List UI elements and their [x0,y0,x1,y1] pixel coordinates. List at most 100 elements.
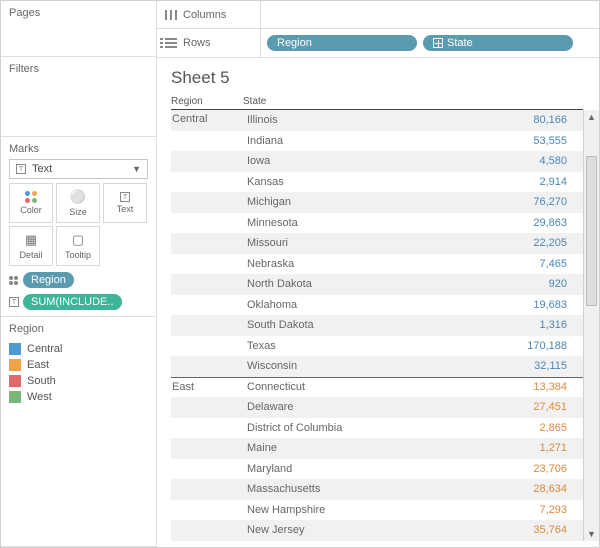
tooltip-icon: ▢ [72,232,84,248]
table-row[interactable]: Minnesota29,863 [171,213,583,234]
marks-pill-region[interactable]: Region [23,272,74,288]
cell-state: New Hampshire [243,504,455,516]
table-row[interactable]: North Dakota920 [171,274,583,295]
table-row[interactable]: Kansas2,914 [171,172,583,193]
pages-card: Pages [1,1,156,57]
expand-icon [433,38,443,48]
table-row[interactable]: Michigan76,270 [171,192,583,213]
text-target-icon: T [9,297,19,307]
color-target-icon [9,276,19,285]
header-region[interactable]: Region [171,96,243,107]
cell-region [171,356,243,359]
table-row[interactable]: Iowa4,580 [171,151,583,172]
table-row[interactable]: Indiana53,555 [171,131,583,152]
legend-item-west[interactable]: West [9,391,148,403]
marks-tooltip-button[interactable]: ▢ Tooltip [56,226,100,266]
text-icon: T [16,164,26,174]
vertical-scrollbar[interactable]: ▲ ▼ [583,110,599,541]
marks-pill-sum-include[interactable]: SUM(INCLUDE.. [23,294,122,310]
cell-region [171,500,243,503]
cell-value: 53,555 [455,135,577,147]
cell-region [171,315,243,318]
marks-size-button[interactable]: ⚪ Size [56,183,100,223]
table-row[interactable]: Maryland23,706 [171,459,583,480]
cell-region [171,151,243,154]
cell-value: 2,865 [455,422,577,434]
table-row[interactable]: Missouri22,205 [171,233,583,254]
cell-value: 13,384 [455,381,577,393]
table-row[interactable]: Texas170,188 [171,336,583,357]
cell-state: Nebraska [243,258,455,270]
table-row[interactable]: District of Columbia2,865 [171,418,583,439]
rows-pill-region[interactable]: Region [267,35,417,51]
cell-state: Illinois [243,114,455,126]
table-row[interactable]: New Hampshire7,293 [171,500,583,521]
filters-card: Filters [1,57,156,137]
table-row[interactable]: CentralIllinois80,166 [171,110,583,131]
cell-region [171,520,243,523]
marks-color-label: Color [20,205,42,215]
table-row[interactable]: Massachusetts28,634 [171,479,583,500]
shelves: Columns Rows Region State [157,1,599,58]
text-icon: T [120,192,130,202]
cell-state: Maryland [243,463,455,475]
cell-value: 1,316 [455,319,577,331]
cell-value: 32,115 [455,360,577,372]
legend-item-east[interactable]: East [9,359,148,371]
marks-detail-button[interactable]: ▦ Detail [9,226,53,266]
cell-state: South Dakota [243,319,455,331]
mark-type-label: Text [32,163,52,175]
cell-region [171,459,243,462]
table-row[interactable]: South Dakota1,316 [171,315,583,336]
table-row[interactable]: Maine1,271 [171,438,583,459]
legend-item-central[interactable]: Central [9,343,148,355]
rows-label: Rows [183,37,211,49]
legend-label: South [27,375,56,387]
cell-state: Indiana [243,135,455,147]
cell-state: Massachusetts [243,483,455,495]
cell-state: Connecticut [243,381,455,393]
sheet-title[interactable]: Sheet 5 [171,68,599,88]
legend-label: East [27,359,49,371]
table-row[interactable]: Nebraska7,465 [171,254,583,275]
cell-value: 35,764 [455,524,577,536]
pill-label: State [447,37,473,49]
table-row[interactable]: Oklahoma19,683 [171,295,583,316]
scroll-down-icon[interactable]: ▼ [584,527,599,541]
legend-swatch-icon [9,359,21,371]
cell-value: 22,205 [455,237,577,249]
table-row[interactable]: Wisconsin32,115 [171,356,583,377]
legend-item-south[interactable]: South [9,375,148,387]
cell-region [171,479,243,482]
cell-state: Kansas [243,176,455,188]
scroll-up-icon[interactable]: ▲ [584,110,599,124]
scroll-track[interactable] [584,124,599,527]
filters-title: Filters [9,63,148,75]
cell-state: North Dakota [243,278,455,290]
size-icon: ⚪ [70,189,86,205]
cell-value: 19,683 [455,299,577,311]
header-state[interactable]: State [243,96,583,107]
table-row[interactable]: Delaware27,451 [171,397,583,418]
cell-state: New Jersey [243,524,455,536]
cell-value: 4,580 [455,155,577,167]
cell-value: 27,451 [455,401,577,413]
cell-region: Central [171,110,243,125]
marks-text-button[interactable]: T Text [103,183,147,223]
table-row[interactable]: New Jersey35,764 [171,520,583,541]
cell-state: Oklahoma [243,299,455,311]
rows-pill-state[interactable]: State [423,35,573,51]
mark-type-select[interactable]: TText ▼ [9,159,148,179]
cell-region [171,192,243,195]
columns-shelf[interactable]: Columns [157,1,599,29]
cell-region [171,213,243,216]
columns-label: Columns [183,9,226,21]
rows-shelf[interactable]: Rows Region State [157,29,599,57]
left-panel: Pages Filters Marks TText ▼ Color ⚪ [1,1,157,547]
scroll-thumb[interactable] [586,156,597,306]
marks-color-button[interactable]: Color [9,183,53,223]
cell-value: 23,706 [455,463,577,475]
cell-value: 170,188 [455,340,577,352]
marks-tooltip-label: Tooltip [65,250,91,260]
table-row[interactable]: EastConnecticut13,384 [171,377,583,398]
